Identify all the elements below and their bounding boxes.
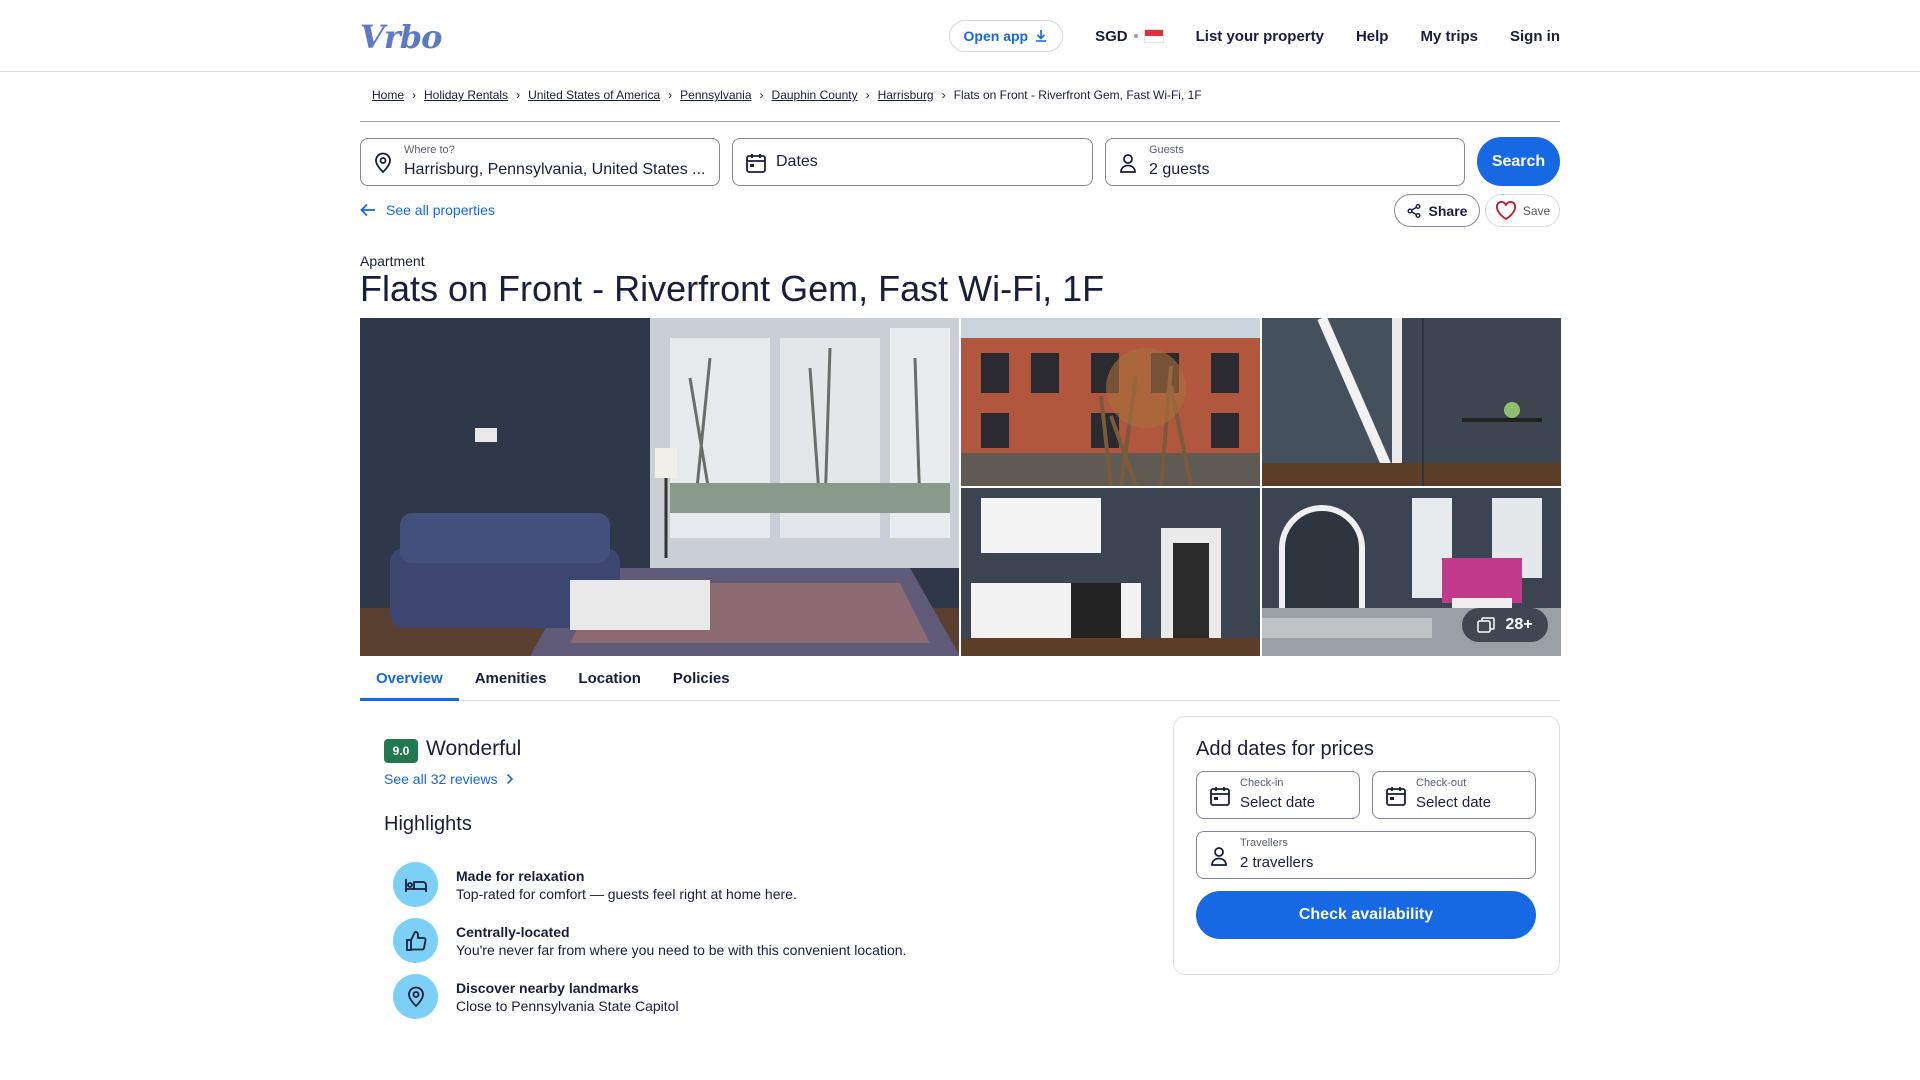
share-label: Share — [1428, 202, 1468, 219]
destination-label: Where to? — [404, 144, 455, 156]
open-app-button[interactable]: Open app — [948, 20, 1064, 52]
gallery-icon — [1477, 617, 1496, 633]
currency-selector[interactable]: SGD — [1095, 28, 1164, 45]
help-link[interactable]: Help — [1356, 28, 1389, 45]
highlight-title: Discover nearby landmarks — [456, 980, 639, 996]
travellers-label: Travellers — [1240, 837, 1288, 849]
guests-label: Guests — [1149, 144, 1184, 156]
arrow-left-icon — [360, 203, 375, 217]
calendar-icon — [1386, 787, 1406, 806]
chevron-right-icon: › — [865, 88, 870, 102]
check-in-label: Check-in — [1240, 777, 1284, 789]
breadcrumb-state[interactable]: Pennsylvania — [680, 88, 751, 102]
header-nav: Open app SGD List your property Help My … — [948, 19, 1560, 53]
section-tabs: Overview Amenities Location Policies — [360, 662, 1560, 701]
check-out-field[interactable]: Check-out Select date — [1372, 771, 1536, 819]
divider — [360, 121, 1560, 122]
chevron-right-icon: › — [941, 88, 946, 102]
photo-hallway-stairs[interactable] — [1262, 318, 1561, 486]
breadcrumb: Home › Holiday Rentals › United States of … — [372, 88, 1202, 102]
check-out-label: Check-out — [1416, 777, 1467, 789]
person-icon — [1211, 847, 1227, 866]
see-all-label: See all properties — [386, 202, 495, 218]
booking-heading: Add dates for prices — [1196, 738, 1374, 760]
travellers-field[interactable]: Travellers 2 travellers — [1196, 831, 1536, 879]
chevron-right-icon: › — [759, 88, 764, 102]
highlights-heading: Highlights — [384, 813, 472, 835]
share-icon — [1407, 203, 1421, 218]
chevron-right-icon — [506, 773, 513, 785]
check-in-value: Select date — [1240, 794, 1316, 811]
reviews-label: See all 32 reviews — [384, 771, 498, 787]
photo-kitchen[interactable] — [961, 488, 1260, 656]
property-title: Flats on Front - Riverfront Gem, Fast Wi… — [360, 268, 1105, 309]
dates-placeholder: Dates — [776, 153, 818, 170]
breadcrumb-home[interactable]: Home — [372, 88, 404, 102]
rating-score-badge: 9.0 — [384, 739, 418, 763]
person-icon — [1120, 154, 1136, 173]
breadcrumb-country[interactable]: United States of America — [528, 88, 660, 102]
map-pin-icon — [393, 974, 438, 1019]
highlight-text: Top-rated for comfort — guests feel righ… — [456, 886, 797, 902]
share-button[interactable]: Share — [1394, 194, 1480, 227]
list-property-link[interactable]: List your property — [1196, 28, 1324, 45]
singapore-flag-icon — [1143, 29, 1164, 43]
top-navigation-bar: Vrbo Open app SGD List your property Hel… — [0, 0, 1920, 72]
calendar-icon — [1210, 787, 1230, 806]
breadcrumb-holiday-rentals[interactable]: Holiday Rentals — [424, 88, 508, 102]
breadcrumb-current: Flats on Front - Riverfront Gem, Fast Wi… — [953, 88, 1202, 102]
view-all-photos-button[interactable]: 28+ — [1462, 608, 1548, 642]
highlight-title: Centrally-located — [456, 924, 570, 940]
open-app-label: Open app — [963, 28, 1029, 44]
breadcrumb-county[interactable]: Dauphin County — [772, 88, 858, 102]
guests-field[interactable]: Guests 2 guests — [1105, 138, 1465, 186]
rating-word: Wonderful — [426, 737, 522, 760]
check-out-value: Select date — [1416, 794, 1492, 811]
highlight-text: You're never far from where you need to … — [456, 942, 907, 958]
search-button[interactable]: Search — [1477, 137, 1560, 186]
save-label: Save — [1522, 203, 1551, 218]
tab-location[interactable]: Location — [562, 662, 657, 701]
map-pin-icon — [375, 152, 391, 174]
main-photo-living-room[interactable] — [360, 318, 959, 656]
see-all-properties-link[interactable]: See all properties — [360, 202, 495, 218]
calendar-icon — [746, 154, 766, 173]
travellers-value: 2 travellers — [1240, 854, 1314, 871]
heart-icon — [1495, 200, 1516, 220]
separator-dot — [1133, 34, 1138, 38]
chevron-right-icon: › — [668, 88, 673, 102]
highlight-text: Close to Pennsylvania State Capitol — [456, 998, 679, 1014]
thumbs-up-icon — [393, 918, 438, 963]
guests-value: 2 guests — [1149, 161, 1210, 178]
destination-field[interactable]: Where to? Harrisburg, Pennsylvania, Unit… — [360, 138, 720, 186]
tab-policies[interactable]: Policies — [657, 662, 746, 701]
check-in-field[interactable]: Check-in Select date — [1196, 771, 1360, 819]
my-trips-link[interactable]: My trips — [1420, 28, 1478, 45]
tab-overview[interactable]: Overview — [360, 662, 459, 701]
property-type: Apartment — [360, 253, 425, 269]
dates-field[interactable]: Dates — [732, 138, 1093, 186]
bed-icon — [393, 862, 438, 907]
vrbo-logo[interactable]: Vrbo — [360, 18, 442, 56]
chevron-right-icon: › — [516, 88, 521, 102]
photo-count-label: 28+ — [1505, 616, 1533, 633]
breadcrumb-city[interactable]: Harrisburg — [878, 88, 934, 102]
currency-label: SGD — [1095, 27, 1128, 45]
see-all-reviews-link[interactable]: See all 32 reviews — [384, 771, 514, 787]
download-icon — [1036, 30, 1047, 42]
highlight-title: Made for relaxation — [456, 868, 585, 884]
sign-in-link[interactable]: Sign in — [1510, 28, 1560, 45]
photo-exterior[interactable] — [961, 318, 1260, 486]
check-availability-button[interactable]: Check availability — [1196, 891, 1536, 939]
tab-amenities[interactable]: Amenities — [459, 662, 563, 701]
save-button[interactable]: Save — [1485, 194, 1560, 227]
chevron-right-icon: › — [412, 88, 417, 102]
destination-value: Harrisburg, Pennsylvania, United States … — [404, 161, 706, 178]
